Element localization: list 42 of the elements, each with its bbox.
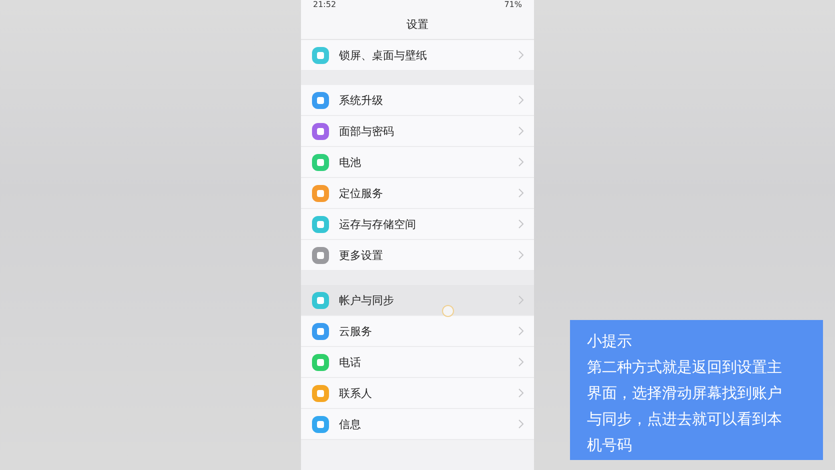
chevron-icon xyxy=(518,295,524,305)
chevron-icon xyxy=(518,388,524,398)
item-label: 更多设置 xyxy=(339,248,384,262)
item-label: 面部与密码 xyxy=(339,124,395,138)
chevron-icon xyxy=(518,95,524,105)
settings-item[interactable]: 运存与存储空间 xyxy=(301,209,534,240)
settings-item[interactable]: 电池 xyxy=(301,147,534,178)
chevron-icon xyxy=(518,250,524,260)
settings-item[interactable]: 面部与密码 xyxy=(301,116,534,147)
item-label: 锁屏、桌面与壁纸 xyxy=(339,48,428,62)
settings-item[interactable]: 电话 xyxy=(301,347,534,378)
settings-item[interactable]: 系统升级 xyxy=(301,85,534,116)
chevron-icon xyxy=(518,188,524,198)
item-label: 运存与存储空间 xyxy=(339,216,417,232)
chevron-icon xyxy=(518,326,524,336)
settings-item[interactable]: 帐户与同步 xyxy=(301,285,534,316)
chevron-icon xyxy=(518,157,524,167)
settings-item[interactable]: 更多设置 xyxy=(301,240,534,271)
settings-item[interactable]: 定位服务 xyxy=(301,178,534,209)
item-label: 云服务 xyxy=(339,324,373,338)
item-label: 系统升级 xyxy=(339,92,384,108)
settings-item[interactable]: 信息 xyxy=(301,409,534,440)
status-time: 21:52 xyxy=(313,0,336,10)
touch-indicator xyxy=(442,305,454,317)
item-label: 联系人 xyxy=(339,386,373,400)
page-title: 设置 xyxy=(406,17,428,32)
tip-text: 第二种方式就是返回到设置主界面，选择滑动屏幕找到账户与同步，点进去就可以看到本机号码 xyxy=(587,357,783,456)
item-label: 信息 xyxy=(339,416,362,432)
chevron-icon xyxy=(518,219,524,229)
chevron-icon xyxy=(518,419,524,429)
item-label: 电池 xyxy=(339,154,362,170)
item-label: 定位服务 xyxy=(339,186,384,200)
item-label: 帐户与同步 xyxy=(339,292,395,308)
chevron-icon xyxy=(518,126,524,136)
settings-item[interactable]: 联系人 xyxy=(301,378,534,409)
tip-title: 小提示 xyxy=(587,331,633,352)
settings-item[interactable]: 锁屏、桌面与壁纸 xyxy=(301,40,534,71)
chevron-icon xyxy=(518,50,524,60)
settings-item[interactable]: 云服务 xyxy=(301,316,534,347)
item-label: 电话 xyxy=(339,354,362,370)
battery-level: 71% xyxy=(504,0,522,10)
chevron-icon xyxy=(518,357,524,367)
